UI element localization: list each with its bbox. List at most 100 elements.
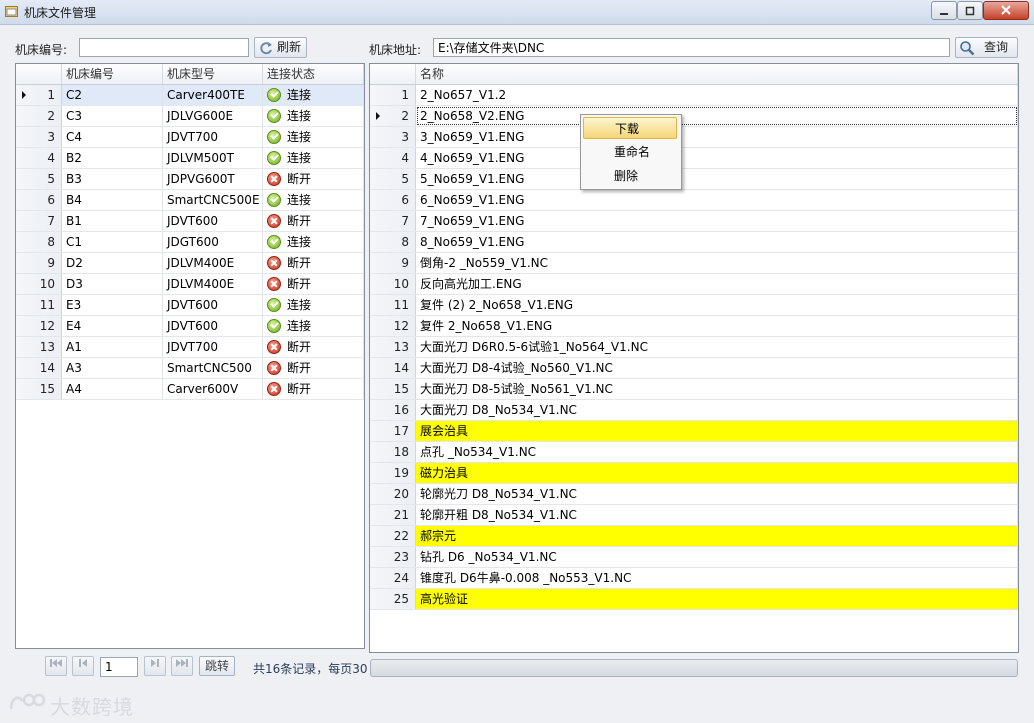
row-number[interactable]: 7 — [16, 211, 62, 231]
table-row[interactable]: 12 复件 2_No658_V1.ENG — [370, 316, 1018, 337]
row-number[interactable]: 16 — [370, 400, 416, 420]
row-number[interactable]: 2 — [16, 106, 62, 126]
row-number[interactable]: 23 — [370, 547, 416, 567]
table-row[interactable]: 2 C3 JDLVG600E 连接 — [16, 106, 364, 127]
row-number[interactable]: 24 — [370, 568, 416, 588]
table-row[interactable]: 7 B1 JDVT600 断开 — [16, 211, 364, 232]
jump-button[interactable]: 跳转 — [199, 656, 235, 676]
row-number[interactable]: 11 — [370, 295, 416, 315]
table-row[interactable]: 1 2_No657_V1.2 — [370, 85, 1018, 106]
row-number[interactable]: 12 — [16, 316, 62, 336]
table-row[interactable]: 4 4_No659_V1.ENG — [370, 148, 1018, 169]
last-page-button[interactable] — [171, 656, 193, 676]
row-number[interactable]: 12 — [370, 316, 416, 336]
row-number[interactable]: 13 — [370, 337, 416, 357]
row-number[interactable]: 3 — [370, 127, 416, 147]
table-row[interactable]: 3 C4 JDVT700 连接 — [16, 127, 364, 148]
row-number[interactable]: 1 — [16, 85, 62, 105]
refresh-button[interactable]: 刷新 — [254, 37, 307, 58]
row-number[interactable]: 25 — [370, 589, 416, 609]
close-button[interactable] — [983, 1, 1029, 20]
row-number[interactable]: 17 — [370, 421, 416, 441]
table-row[interactable]: 3 3_No659_V1.ENG — [370, 127, 1018, 148]
row-number[interactable]: 9 — [370, 253, 416, 273]
table-row[interactable]: 15 A4 Carver600V 断开 — [16, 379, 364, 400]
row-number[interactable]: 20 — [370, 484, 416, 504]
row-number[interactable]: 14 — [16, 358, 62, 378]
address-input[interactable]: E:\存储文件夹\DNC — [433, 38, 950, 57]
table-row[interactable]: 5 5_No659_V1.ENG — [370, 169, 1018, 190]
table-row[interactable]: 13 大面光刀 D6R0.5-6试验1_No564_V1.NC — [370, 337, 1018, 358]
next-page-button[interactable] — [144, 656, 166, 676]
table-row[interactable]: 2 2_No658_V2.ENG — [370, 106, 1018, 127]
row-number[interactable]: 5 — [370, 169, 416, 189]
table-row[interactable]: 11 复件 (2) 2_No658_V1.ENG — [370, 295, 1018, 316]
table-row[interactable]: 14 大面光刀 D8-4试验_No560_V1.NC — [370, 358, 1018, 379]
row-number[interactable]: 11 — [16, 295, 62, 315]
row-number[interactable]: 9 — [16, 253, 62, 273]
col-file-name[interactable]: 名称 — [416, 64, 1018, 84]
machine-grid[interactable]: 机床编号 机床型号 连接状态 1 C2 Carver400TE 连接 2 C3 JDLVG6… — [15, 63, 365, 649]
row-number[interactable]: 4 — [16, 148, 62, 168]
table-row[interactable]: 6 B4 SmartCNC500E 连接 — [16, 190, 364, 211]
prev-page-button[interactable] — [72, 656, 94, 676]
row-number[interactable]: 22 — [370, 526, 416, 546]
menu-item-rename[interactable]: 重命名 — [583, 141, 677, 163]
table-row[interactable]: 22 郝宗元 — [370, 526, 1018, 547]
row-number[interactable]: 19 — [370, 463, 416, 483]
row-number[interactable]: 15 — [16, 379, 62, 399]
row-number[interactable]: 21 — [370, 505, 416, 525]
table-row[interactable]: 11 E3 JDVT600 连接 — [16, 295, 364, 316]
query-button[interactable]: 查询 — [955, 37, 1018, 58]
row-number[interactable]: 6 — [16, 190, 62, 210]
table-row[interactable]: 14 A3 SmartCNC500 断开 — [16, 358, 364, 379]
table-row[interactable]: 13 A1 JDVT700 断开 — [16, 337, 364, 358]
table-row[interactable]: 5 B3 JDPVG600T 断开 — [16, 169, 364, 190]
row-number[interactable]: 5 — [16, 169, 62, 189]
first-page-button[interactable] — [45, 656, 67, 676]
file-grid[interactable]: 名称 1 2_No657_V1.2 2 2_No658_V2.ENG 3 3_No659_… — [369, 63, 1019, 653]
table-row[interactable]: 20 轮廓光刀 D8_No534_V1.NC — [370, 484, 1018, 505]
table-row[interactable]: 10 反向高光加工.ENG — [370, 274, 1018, 295]
table-row[interactable]: 15 大面光刀 D8-5试验_No561_V1.NC — [370, 379, 1018, 400]
table-row[interactable]: 8 C1 JDGT600 连接 — [16, 232, 364, 253]
table-row[interactable]: 21 轮廓开粗 D8_No534_V1.NC — [370, 505, 1018, 526]
row-number[interactable]: 8 — [16, 232, 62, 252]
table-row[interactable]: 4 B2 JDLVM500T 连接 — [16, 148, 364, 169]
row-number[interactable]: 8 — [370, 232, 416, 252]
table-row[interactable]: 1 C2 Carver400TE 连接 — [16, 85, 364, 106]
maximize-button[interactable] — [957, 1, 983, 20]
row-number[interactable]: 4 — [370, 148, 416, 168]
table-row[interactable]: 6 6_No659_V1.ENG — [370, 190, 1018, 211]
table-row[interactable]: 9 D2 JDLVM400E 断开 — [16, 253, 364, 274]
table-row[interactable]: 25 高光验证 — [370, 589, 1018, 610]
table-row[interactable]: 18 点孔 _No534_V1.NC — [370, 442, 1018, 463]
row-number[interactable]: 10 — [370, 274, 416, 294]
table-row[interactable]: 12 E4 JDVT600 连接 — [16, 316, 364, 337]
table-row[interactable]: 16 大面光刀 D8_No534_V1.NC — [370, 400, 1018, 421]
table-row[interactable]: 19 磁力治具 — [370, 463, 1018, 484]
row-number[interactable]: 3 — [16, 127, 62, 147]
table-row[interactable]: 23 钻孔 D6 _No534_V1.NC — [370, 547, 1018, 568]
row-number[interactable]: 10 — [16, 274, 62, 294]
col-machine-model[interactable]: 机床型号 — [163, 64, 263, 84]
menu-item-delete[interactable]: 删除 — [583, 165, 677, 187]
machine-no-input[interactable] — [79, 38, 249, 57]
col-machine-no[interactable]: 机床编号 — [62, 64, 163, 84]
row-number[interactable]: 18 — [370, 442, 416, 462]
row-number[interactable]: 7 — [370, 211, 416, 231]
row-number[interactable]: 13 — [16, 337, 62, 357]
minimize-button[interactable] — [931, 1, 957, 20]
table-row[interactable]: 8 8_No659_V1.ENG — [370, 232, 1018, 253]
page-input[interactable]: 1 — [100, 657, 138, 677]
row-number[interactable]: 15 — [370, 379, 416, 399]
menu-item-download[interactable]: 下载 — [583, 117, 677, 139]
row-number[interactable]: 2 — [370, 106, 416, 126]
table-row[interactable]: 17 展会治具 — [370, 421, 1018, 442]
table-row[interactable]: 7 7_No659_V1.ENG — [370, 211, 1018, 232]
table-row[interactable]: 9 倒角-2 _No559_V1.NC — [370, 253, 1018, 274]
row-number[interactable]: 1 — [370, 85, 416, 105]
col-connection-status[interactable]: 连接状态 — [263, 64, 364, 84]
table-row[interactable]: 10 D3 JDLVM400E 断开 — [16, 274, 364, 295]
row-number[interactable]: 14 — [370, 358, 416, 378]
